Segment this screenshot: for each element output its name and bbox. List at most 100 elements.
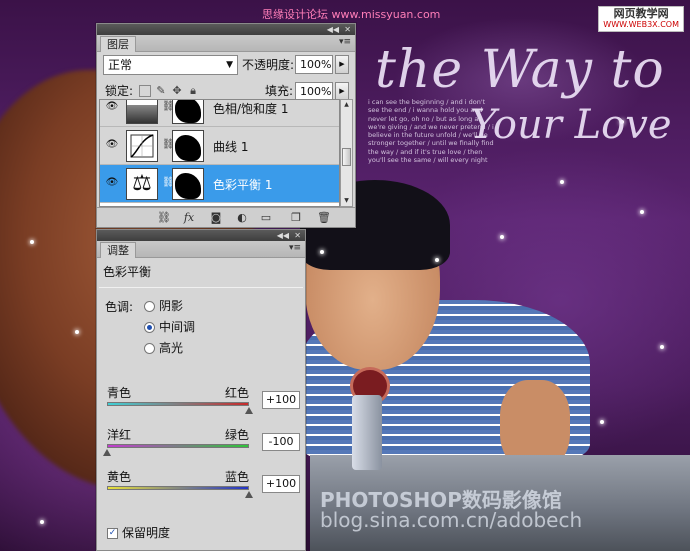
layer-row-color-balance[interactable]: 👁︎ ⚖︎ ⛓︎ 色彩平衡 1 — [100, 165, 339, 203]
panel-menu-icon[interactable]: ▾≡ — [289, 243, 301, 253]
watermark-url: blog.sina.com.cn/adobech — [320, 508, 583, 532]
script-title-line2: Your Love — [470, 102, 672, 148]
opacity-slider-button[interactable]: ▶ — [335, 55, 349, 74]
double-chevron-left-icon[interactable]: ◀◀ — [277, 230, 289, 241]
sparkle — [600, 420, 604, 424]
panel-titlebar: ◀◀ ✕ — [97, 230, 305, 241]
sparkle — [75, 330, 79, 334]
opacity-input[interactable]: 100% — [295, 55, 333, 74]
radio-highlights[interactable] — [144, 343, 155, 354]
layer-list: 👁︎ ⛓︎ 色相/饱和度 1 👁︎ ⛓︎ 曲线 1 👁︎ ⚖︎ ⛓︎ 色彩平衡 … — [99, 99, 340, 207]
site-logo: 网页教学网 WWW.WEB3X.COM — [598, 6, 684, 32]
eye-icon[interactable]: 👁︎ — [105, 139, 119, 151]
chevron-down-icon: ▼ — [226, 60, 233, 70]
radio-midtones[interactable] — [144, 322, 155, 333]
layer-name: 曲线 1 — [213, 140, 249, 154]
sparkle — [40, 520, 44, 524]
sparkle — [435, 258, 439, 262]
sparkle — [500, 235, 504, 239]
poem-text: i can see the beginning / and i don't se… — [368, 98, 494, 165]
scroll-down-icon[interactable]: ▼ — [341, 196, 352, 206]
panel-menu-icon[interactable]: ▾≡ — [339, 37, 351, 47]
slider-thumb-yellow-blue[interactable] — [245, 491, 253, 498]
slider-track-magenta-green[interactable] — [107, 444, 249, 448]
tone-label: 色调: — [105, 300, 134, 314]
tab-adjustments[interactable]: 调整 — [100, 242, 136, 258]
adjustment-layer-icon[interactable]: ◐ — [235, 211, 249, 224]
layer-list-scrollbar[interactable]: ▲ ▼ — [340, 99, 353, 207]
double-chevron-left-icon[interactable]: ◀◀ — [327, 24, 339, 35]
lock-label: 锁定: — [105, 84, 134, 98]
sparkle — [320, 250, 324, 254]
value-input-magenta-green[interactable]: -100 — [262, 433, 300, 451]
lock-transparency-icon[interactable] — [139, 85, 151, 97]
mask-shape — [175, 100, 201, 123]
eye-icon[interactable]: 👁︎ — [105, 177, 119, 189]
scroll-up-icon[interactable]: ▲ — [341, 100, 352, 110]
close-icon[interactable]: ✕ — [294, 230, 301, 241]
slider-right-label-red: 红色 — [225, 386, 250, 400]
fill-label: 填充: — [265, 84, 294, 98]
slider-thumb-cyan-red[interactable] — [245, 407, 253, 414]
color-balance-icon: ⚖︎ — [126, 168, 158, 200]
mask-shape — [175, 173, 201, 199]
layer-row-curves[interactable]: 👁︎ ⛓︎ 曲线 1 — [100, 127, 339, 165]
add-mask-icon[interactable]: ◙ — [209, 211, 223, 224]
layers-panel: ◀◀ ✕ 图层 ▾≡ 正常 ▼ 不透明度: 100% ▶ 锁定: ✎ ✥ 🔒︎ … — [96, 23, 356, 228]
lock-position-icon[interactable]: ✥ — [171, 85, 183, 97]
layer-name: 色相/饱和度 1 — [213, 102, 289, 116]
preserve-luminosity-label: 保留明度 — [122, 526, 171, 540]
eye-icon[interactable]: 👁︎ — [105, 101, 119, 113]
radio-shadows[interactable] — [144, 301, 155, 312]
mask-shape — [175, 135, 201, 161]
blend-mode-select[interactable]: 正常 ▼ — [103, 55, 238, 75]
slider-left-label-cyan: 青色 — [107, 386, 132, 400]
site-logo-line1: 网页教学网 — [613, 7, 669, 20]
fountain-spout — [352, 395, 382, 470]
slider-right-label-green: 绿色 — [225, 428, 250, 442]
layers-bottom-toolbar: ⛓︎ fx ◙ ◐ ▭ ❐ 🗑︎ — [97, 207, 355, 227]
value-input-yellow-blue[interactable]: +100 — [262, 475, 300, 493]
slider-left-label-yellow: 黄色 — [107, 470, 132, 484]
layer-row-hue-saturation[interactable]: 👁︎ ⛓︎ 色相/饱和度 1 — [100, 100, 339, 127]
hue-saturation-icon — [126, 100, 158, 124]
slider-left-label-magenta: 洋红 — [107, 428, 132, 442]
sparkle — [30, 240, 34, 244]
adjustments-panel: ◀◀ ✕ 调整 ▾≡ 色彩平衡 色调: 阴影 中间调 高光 青色 红色 +100… — [96, 229, 306, 551]
link-layers-icon[interactable]: ⛓︎ — [157, 211, 171, 224]
radio-label-highlights: 高光 — [159, 341, 184, 355]
value-input-cyan-red[interactable]: +100 — [262, 391, 300, 409]
trash-icon[interactable]: 🗑︎ — [317, 211, 331, 224]
slider-track-cyan-red[interactable] — [107, 402, 249, 406]
tab-layers[interactable]: 图层 — [100, 36, 136, 52]
group-folder-icon[interactable]: ▭ — [259, 211, 273, 224]
opacity-label: 不透明度: — [242, 58, 295, 72]
layers-tabbar: 图层 ▾≡ — [97, 35, 355, 52]
layer-mask-thumbnail[interactable] — [172, 130, 204, 162]
adjustment-title: 色彩平衡 — [103, 265, 152, 279]
layer-mask-thumbnail[interactable] — [172, 100, 204, 124]
lock-pixels-icon[interactable]: ✎ — [155, 85, 167, 97]
layer-name: 色彩平衡 1 — [213, 178, 273, 192]
sparkle — [640, 210, 644, 214]
close-icon[interactable]: ✕ — [344, 24, 351, 35]
site-logo-line2: WWW.WEB3X.COM — [603, 20, 679, 29]
slider-right-label-blue: 蓝色 — [225, 470, 250, 484]
adjust-tabbar: 调整 ▾≡ — [97, 241, 305, 258]
curves-icon — [126, 130, 158, 162]
radio-label-shadows: 阴影 — [159, 299, 184, 313]
script-title-line1: the Way to — [375, 40, 665, 100]
slider-track-yellow-blue[interactable] — [107, 486, 249, 490]
preserve-luminosity-checkbox[interactable]: ✓ — [107, 528, 118, 539]
curves-graph — [130, 134, 154, 158]
sparkle — [660, 345, 664, 349]
radio-label-midtones: 中间调 — [159, 320, 196, 334]
slider-thumb-magenta-green[interactable] — [103, 449, 111, 456]
lock-all-icon[interactable]: 🔒︎ — [187, 85, 199, 97]
fx-icon[interactable]: fx — [182, 211, 196, 224]
panel-titlebar: ◀◀ ✕ — [97, 24, 355, 35]
layer-mask-thumbnail[interactable] — [172, 168, 204, 200]
sparkle — [560, 180, 564, 184]
scroll-thumb[interactable] — [342, 148, 351, 166]
new-layer-icon[interactable]: ❐ — [289, 211, 303, 224]
